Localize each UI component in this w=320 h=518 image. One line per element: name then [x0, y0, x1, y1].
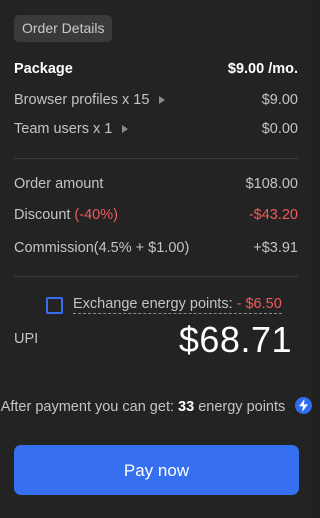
expand-caret-icon[interactable] [122, 125, 129, 133]
discount-percent: (-40%) [74, 207, 118, 223]
pay-now-button[interactable]: Pay now [14, 445, 299, 495]
exchange-checkbox[interactable] [46, 296, 63, 314]
total-label: UPI [14, 331, 39, 347]
package-row: Package $9.00 /mo. [14, 58, 298, 80]
energy-bolt-icon [295, 397, 313, 414]
divider [14, 276, 298, 277]
order-details-panel: Order Details Package $9.00 /mo. Browser… [0, 0, 313, 518]
order-amount-label: Order amount [14, 176, 104, 192]
package-label: Package [14, 61, 73, 77]
order-details-chip: Order Details [14, 15, 113, 42]
commission-row: Commission(4.5% + $1.00) +$3.91 [14, 237, 298, 259]
team-users-price: $0.00 [261, 121, 298, 137]
discount-value: -$43.20 [248, 207, 298, 223]
commission-value: +$3.91 [253, 240, 298, 256]
exchange-value: - $6.50 [236, 296, 282, 312]
divider [14, 158, 298, 159]
expand-caret-icon[interactable] [159, 96, 166, 104]
discount-label: Discount [14, 207, 71, 223]
total-amount: $68.71 [178, 319, 292, 360]
browser-profiles-price: $9.00 [261, 92, 298, 108]
reward-suffix: energy points [198, 399, 286, 415]
reward-prefix: After payment you can get: [0, 399, 174, 415]
discount-row: Discount (-40%) -$43.20 [14, 204, 298, 226]
exchange-label: Exchange energy points: [73, 296, 233, 312]
team-users-label: Team users x 1 [14, 121, 113, 137]
reward-points: 33 [178, 399, 195, 415]
team-users-row[interactable]: Team users x 1 $0.00 [14, 118, 298, 140]
commission-label: Commission(4.5% + $1.00) [14, 240, 190, 256]
order-amount-row: Order amount $108.00 [14, 173, 298, 195]
browser-profiles-label: Browser profiles x 15 [14, 92, 150, 108]
order-amount-value: $108.00 [245, 176, 298, 192]
exchange-text[interactable]: Exchange energy points: - $6.50 [73, 296, 282, 314]
exchange-energy-points[interactable]: Exchange energy points: - $6.50 [46, 295, 282, 315]
reward-info: After payment you can get: 33 energy poi… [0, 396, 313, 418]
browser-profiles-row[interactable]: Browser profiles x 15 $9.00 [14, 89, 298, 111]
package-price: $9.00 /mo. [227, 61, 298, 77]
